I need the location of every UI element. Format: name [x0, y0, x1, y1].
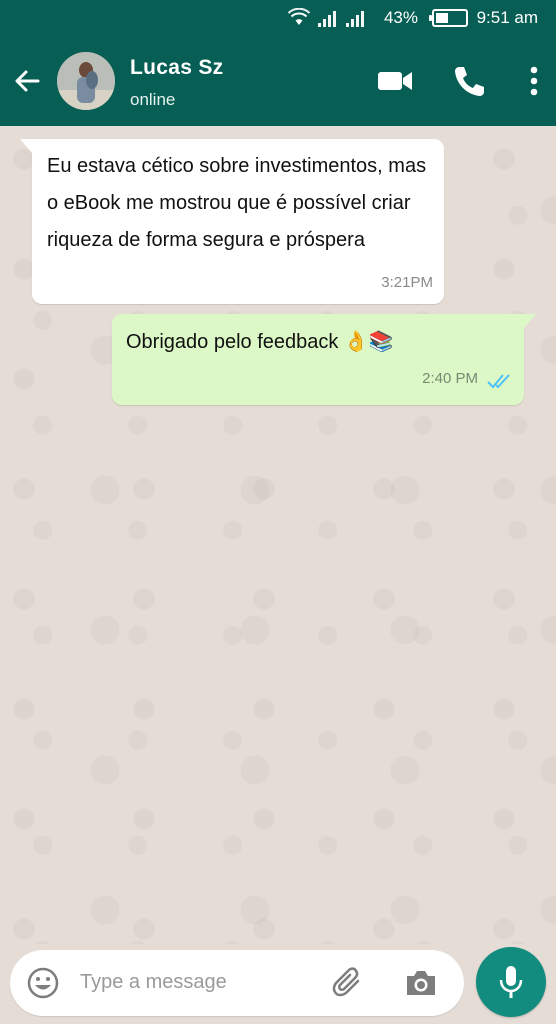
battery-icon [429, 9, 468, 27]
message-placeholder: Type a message [80, 971, 227, 993]
mic-button[interactable] [476, 947, 546, 1017]
composer-bar: Type a message [0, 944, 556, 1024]
message-time: 3:21PM [381, 274, 433, 291]
message-input[interactable]: Type a message [10, 950, 464, 1016]
outgoing-message[interactable]: Obrigado pelo feedback 👌📚 2:40 PM [112, 314, 536, 405]
emoji-icon[interactable] [26, 966, 60, 1000]
status-bar: 43% 9:51 am [0, 0, 556, 36]
battery-fill [436, 13, 448, 23]
read-receipt-icon [487, 374, 510, 389]
attach-icon[interactable] [330, 964, 366, 1000]
message-list[interactable]: Eu estava cético sobre investimentos, ma… [0, 126, 556, 944]
message-time: 2:40 PM [422, 370, 478, 387]
camera-icon[interactable] [404, 968, 438, 998]
presence-status: online [130, 90, 176, 109]
bubble-tail [20, 139, 32, 153]
contact-photo [57, 52, 115, 110]
bubble-tail [524, 314, 536, 328]
signal-icon [318, 11, 338, 27]
mic-icon [499, 966, 523, 998]
message-text: Eu estava cético sobre investimentos, ma… [47, 155, 427, 251]
signal-icon [346, 11, 366, 27]
message-text: Obrigado pelo feedback 👌📚 [126, 331, 394, 353]
battery-percent: 43% [383, 8, 418, 27]
chat-header: Lucas Sz online [0, 36, 556, 126]
more-options-icon[interactable] [524, 64, 544, 98]
video-call-icon[interactable] [376, 64, 414, 98]
incoming-message[interactable]: Eu estava cético sobre investimentos, ma… [20, 139, 444, 304]
status-time: 9:51 am [476, 8, 538, 27]
back-arrow-icon[interactable] [12, 66, 42, 96]
avatar[interactable] [57, 52, 115, 110]
phone-call-icon[interactable] [452, 64, 486, 98]
contact-name[interactable]: Lucas Sz [130, 56, 223, 80]
chat-screen: 43% 9:51 am Lucas Sz online Eu estava cé… [0, 0, 556, 1024]
wifi-icon [288, 8, 310, 25]
